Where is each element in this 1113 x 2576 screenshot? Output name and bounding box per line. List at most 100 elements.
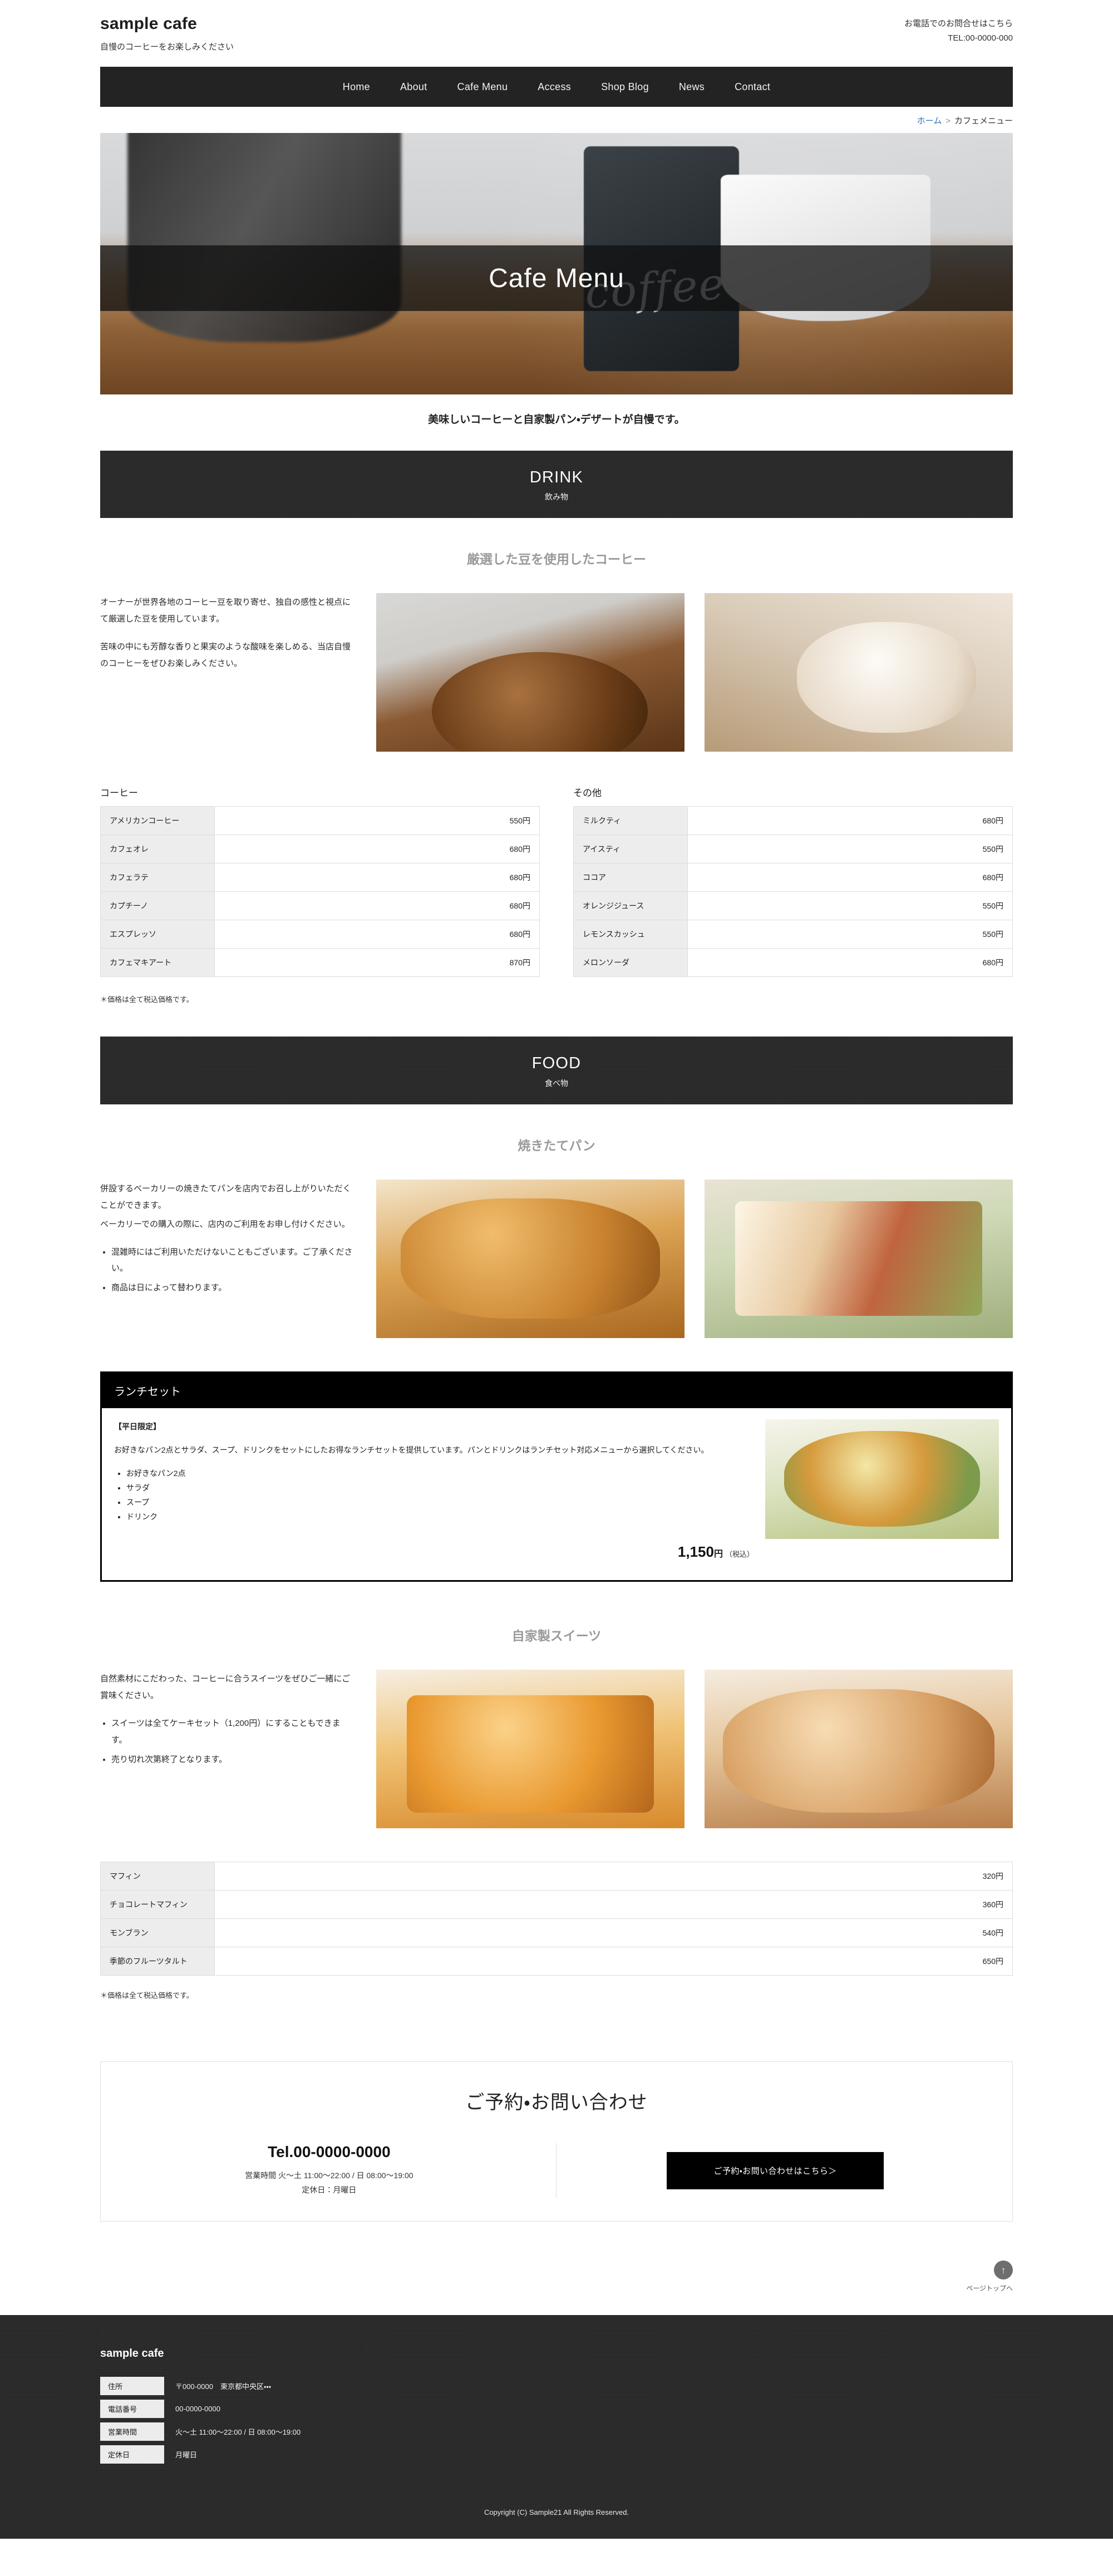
table-row: モンブラン 540円 [100,1918,1013,1948]
header-contact-tel: TEL:00-0000-000 [948,33,1013,43]
food-section-band: FOOD 食べ物 [100,1037,1013,1104]
nav-item-access[interactable]: Access [523,67,586,107]
item-name: レモンスカッシュ [573,920,688,949]
table-row: カフェオレ 680円 [100,835,540,864]
breadcrumb-home-link[interactable]: ホーム [917,116,942,126]
sweets-feature-row: 自然素材にこだわった、コーヒーに合うスイーツをぜひご一緒にご賞味ください。 スイ… [100,1670,1013,1829]
item-price: 680円 [214,863,540,892]
lunch-set-text: 【平日限定】 お好きなパン2点とサラダ、スープ、ドリンクをセットにしたお得なラン… [114,1419,754,1566]
drink-subheading: 厳選した豆を使用したコーヒー [467,552,646,567]
header-contact: お電話でのお問合せはこちら TEL:00-0000-000 [904,14,1013,46]
item-price: 680円 [214,920,540,949]
sweets-price-table-wrap: マフィン 320円 チョコレートマフィン 360円 モンブラン 540円 季節のフルー… [100,1828,1013,1976]
item-name: マフィン [100,1862,215,1891]
brand-name: sample cafe [100,14,197,33]
coffee-table-title: コーヒー [100,788,138,799]
list-item: スイーツは全てケーキセット（1,200円）にすることもできます。 [111,1715,356,1748]
lunch-salad-photo [765,1419,999,1539]
footer-label: 電話番号 [100,2400,164,2419]
other-drinks-table-title: その他 [573,788,602,799]
footer-label: 定休日 [100,2445,164,2464]
fruit-cake-photo [376,1670,684,1829]
table-row: マフィン 320円 [100,1862,1013,1891]
food-band-title-en: FOOD [531,1054,582,1073]
drink-section-band: DRINK 飲み物 [100,451,1013,518]
sweets-paragraph-1: 自然素材にこだわった、コーヒーに合うスイーツをぜひご一緒にご賞味ください。 [100,1674,351,1701]
item-name: チョコレートマフィン [100,1890,215,1919]
coffee-table-column: コーヒー アメリカンコーヒー 550円 カフェオレ 680円 カフェラテ 680円 カ… [100,785,540,978]
table-row: 住所 〒000-0000 東京都中央区・・・ [100,2377,301,2396]
drink-paragraph-2: 苦味の中にも芳醇な香りと果実のような酸味を楽しめる、当店自慢のコーヒーをぜひお楽… [100,642,351,669]
item-name: カプチーノ [100,891,215,921]
food-subheading: 焼きたてパン [518,1138,595,1153]
list-item: スープ [126,1496,754,1510]
table-row: エスプレッソ 680円 [100,920,540,949]
item-price: 540円 [214,1918,1013,1948]
nav-link-about[interactable]: About [385,67,442,107]
food-bullet-list: 混雑時にはご利用いただけないこともございます。ご了承ください。 商品は日によって… [100,1244,356,1296]
table-row: 電話番号 00-0000-0000 [100,2400,301,2419]
lunch-price-tax: （税込） [725,1549,754,1558]
lunch-set-card: ランチセット 【平日限定】 お好きなパン2点とサラダ、スープ、ドリンクをセットに… [100,1371,1013,1582]
contact-closed-day: 定休日：月曜日 [302,2185,357,2195]
food-band-title-ja: 食べ物 [545,1078,568,1088]
lunch-set-description: お好きなパン2点とサラダ、スープ、ドリンクをセットにしたお得なランチセットを提供… [114,1445,709,1454]
lunch-set-price: 1,150円 （税込） [114,1538,754,1566]
contact-button-block: ご予約・お問い合わせはこちら＞ [556,2151,994,2189]
drink-feature-row: オーナーが世界各地のコーヒー豆を取り寄せ、独自の感性と視点にて厳選した豆を使用し… [100,593,1013,752]
item-name: カフェラテ [100,863,215,892]
nav-item-shop-blog[interactable]: Shop Blog [586,67,664,107]
item-price: 650円 [214,1947,1013,1976]
item-name: アイスティ [573,835,688,864]
item-price: 320円 [214,1862,1013,1891]
item-price: 680円 [687,948,1013,978]
nav-link-cafe-menu[interactable]: Cafe Menu [442,67,523,107]
drink-description: オーナーが世界各地のコーヒー豆を取り寄せ、独自の感性と視点にて厳選した豆を使用し… [100,593,356,683]
contact-hours: 営業時間 火～土 11:00～22:00 / 日 08:00～19:00 [245,2171,413,2180]
page-top-link[interactable]: ↑ ページトップへ [100,2261,1013,2293]
footer-label: 住所 [100,2377,164,2396]
table-row: カフェマキアート 870円 [100,948,540,978]
item-name: アメリカンコーヒー [100,806,215,836]
main-navigation[interactable]: Home About Cafe Menu Access Shop Blog Ne… [100,67,1013,107]
page-top-label[interactable]: ページトップへ [100,2283,1013,2293]
arrow-up-icon[interactable]: ↑ [994,2261,1013,2280]
sandwich-photo [705,1179,1013,1338]
table-row: 定休日 月曜日 [100,2445,301,2464]
lunch-set-tag: 【平日限定】 [114,1422,161,1431]
table-row: カプチーノ 680円 [100,891,540,921]
hero-title-band: Cafe Menu [100,245,1013,312]
site-header: sample cafe 自慢のコーヒーをお楽しみください お電話でのお問合せはこ… [100,0,1013,52]
nav-link-contact[interactable]: Contact [720,67,785,107]
table-row: メロンソーダ 680円 [573,948,1013,978]
brand-tagline: 自慢のコーヒーをお楽しみください [100,42,234,52]
footer-brand-name: sample cafe [100,2347,164,2360]
nav-link-news[interactable]: News [664,67,720,107]
list-item: 売り切れ次第終了となります。 [111,1751,356,1768]
footer-label: 営業時間 [100,2422,164,2441]
nav-item-news[interactable]: News [664,67,720,107]
croissant-photo [376,1179,684,1338]
nav-link-shop-blog[interactable]: Shop Blog [586,67,664,107]
table-row: カフェラテ 680円 [100,863,540,892]
nav-item-contact[interactable]: Contact [720,67,785,107]
footer-value: 〒000-0000 東京都中央区・・・ [175,2382,272,2391]
list-item: お好きなパン2点 [126,1467,754,1481]
item-price: 550円 [687,891,1013,921]
other-drinks-price-table: ミルクティ 680円 アイスティ 550円 ココア 680円 オレンジジュース 550円… [573,806,1013,978]
coffee-beans-photo [376,593,684,752]
item-name: ミルクティ [573,806,688,836]
breadcrumb-current: カフェメニュー [954,116,1013,126]
nav-item-about[interactable]: About [385,67,442,107]
nav-item-home[interactable]: Home [328,67,385,107]
reservation-button[interactable]: ご予約・お問い合わせはこちら＞ [667,2151,884,2189]
footer-value: 火～土 11:00～22:00 / 日 08:00～19:00 [175,2428,301,2437]
nav-link-home[interactable]: Home [328,67,385,107]
item-name: メロンソーダ [573,948,688,978]
item-price: 550円 [687,835,1013,864]
item-price: 360円 [214,1890,1013,1919]
list-item: 混雑時にはご利用いただけないこともございます。ご了承ください。 [111,1244,356,1277]
footer-value: 00-0000-0000 [175,2405,220,2414]
nav-link-access[interactable]: Access [523,67,586,107]
nav-item-cafe-menu[interactable]: Cafe Menu [442,67,523,107]
